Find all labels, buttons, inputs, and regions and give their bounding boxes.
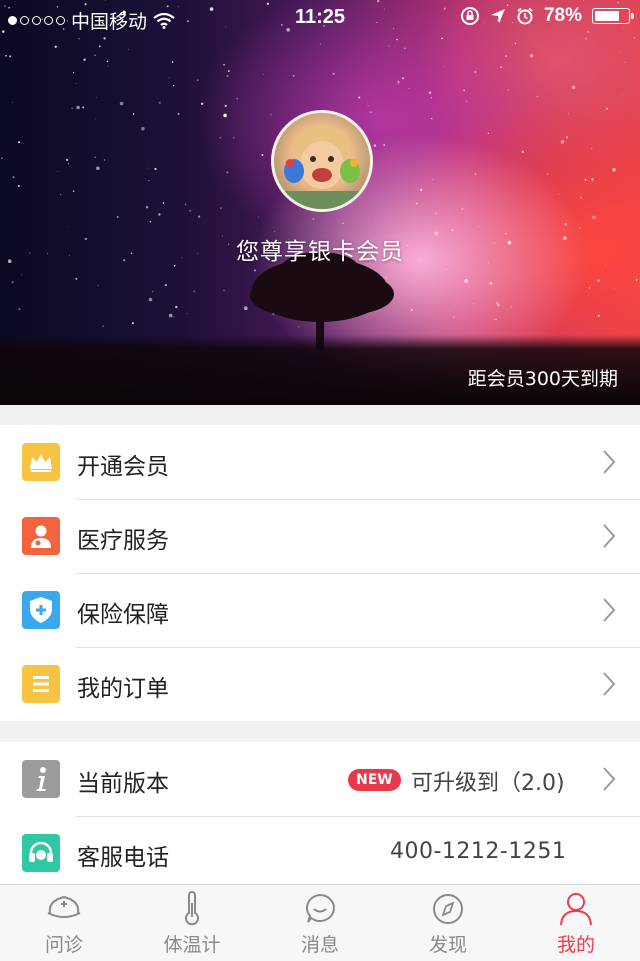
tab-label: 发现 — [428, 934, 467, 956]
menu-item-label: 客服电话 — [77, 845, 169, 871]
tab-thermometer[interactable]: 体温计 — [128, 885, 256, 961]
avatar-image — [274, 125, 370, 209]
menu-item-customer-service[interactable]: 客服电话 400-1212-1251 — [0, 816, 640, 890]
status-bar: 中国移动 11:25 78% — [0, 0, 640, 36]
member-level-title: 您尊享银卡会员 — [236, 239, 404, 265]
tab-label: 消息 — [300, 934, 339, 956]
tab-discover[interactable]: 发现 — [384, 885, 512, 961]
shield-plus-icon — [22, 591, 60, 629]
menu-secondary: 当前版本 NEW 可升级到（2.0) 客服电话 400-1212-1251 — [0, 742, 640, 890]
tab-mine[interactable]: 我的 — [512, 885, 640, 961]
menu-item-label: 保险保障 — [77, 602, 169, 628]
tab-bar: 问诊 体温计 消息 发现 我的 — [0, 884, 640, 961]
menu-item-my-orders[interactable]: 我的订单 — [0, 647, 640, 721]
membership-expiry: 距会员300天到期 — [467, 368, 618, 390]
tab-label: 我的 — [556, 934, 595, 956]
battery-icon — [592, 8, 634, 24]
menu-item-open-membership[interactable]: 开通会员 — [0, 425, 640, 499]
menu-primary: 开通会员 医疗服务 保险保障 我的订单 — [0, 425, 640, 721]
info-icon — [22, 760, 60, 798]
tab-messages[interactable]: 消息 — [256, 885, 384, 961]
service-phone-number[interactable]: 400-1212-1251 — [390, 839, 566, 864]
chevron-right-icon — [603, 767, 616, 791]
chevron-right-icon — [603, 524, 616, 548]
chevron-right-icon — [603, 672, 616, 696]
tab-consult[interactable]: 问诊 — [0, 885, 128, 961]
headset-icon — [22, 834, 60, 872]
menu-item-current-version[interactable]: 当前版本 NEW 可升级到（2.0) — [0, 742, 640, 816]
new-badge: NEW — [348, 769, 401, 791]
battery-percent: 78% — [543, 5, 582, 26]
menu-item-medical-service[interactable]: 医疗服务 — [0, 499, 640, 573]
avatar[interactable] — [271, 110, 373, 212]
menu-item-label: 当前版本 — [77, 771, 169, 797]
tab-label: 体温计 — [163, 934, 221, 956]
chevron-right-icon — [603, 450, 616, 474]
profile-header: 您尊享银卡会员 距会员300天到期 — [0, 0, 640, 405]
nurse-cap-icon — [47, 895, 81, 918]
menu-item-label: 开通会员 — [77, 454, 169, 480]
chevron-right-icon — [603, 598, 616, 622]
message-bubble-icon — [306, 893, 335, 923]
thermometer-icon — [185, 891, 199, 926]
upgrade-version-text: 可升级到（2.0) — [411, 771, 565, 796]
alarm-icon — [517, 7, 533, 25]
crown-icon — [22, 443, 60, 481]
rotation-lock-icon — [460, 7, 479, 25]
menu-item-insurance[interactable]: 保险保障 — [0, 573, 640, 647]
doctor-icon — [22, 517, 60, 555]
menu-item-label: 医疗服务 — [77, 528, 169, 554]
menu-item-label: 我的订单 — [77, 676, 169, 702]
person-icon — [560, 893, 592, 926]
tab-label: 问诊 — [44, 934, 83, 956]
compass-icon — [433, 894, 463, 924]
list-icon — [22, 665, 60, 703]
location-arrow-icon — [490, 9, 505, 23]
